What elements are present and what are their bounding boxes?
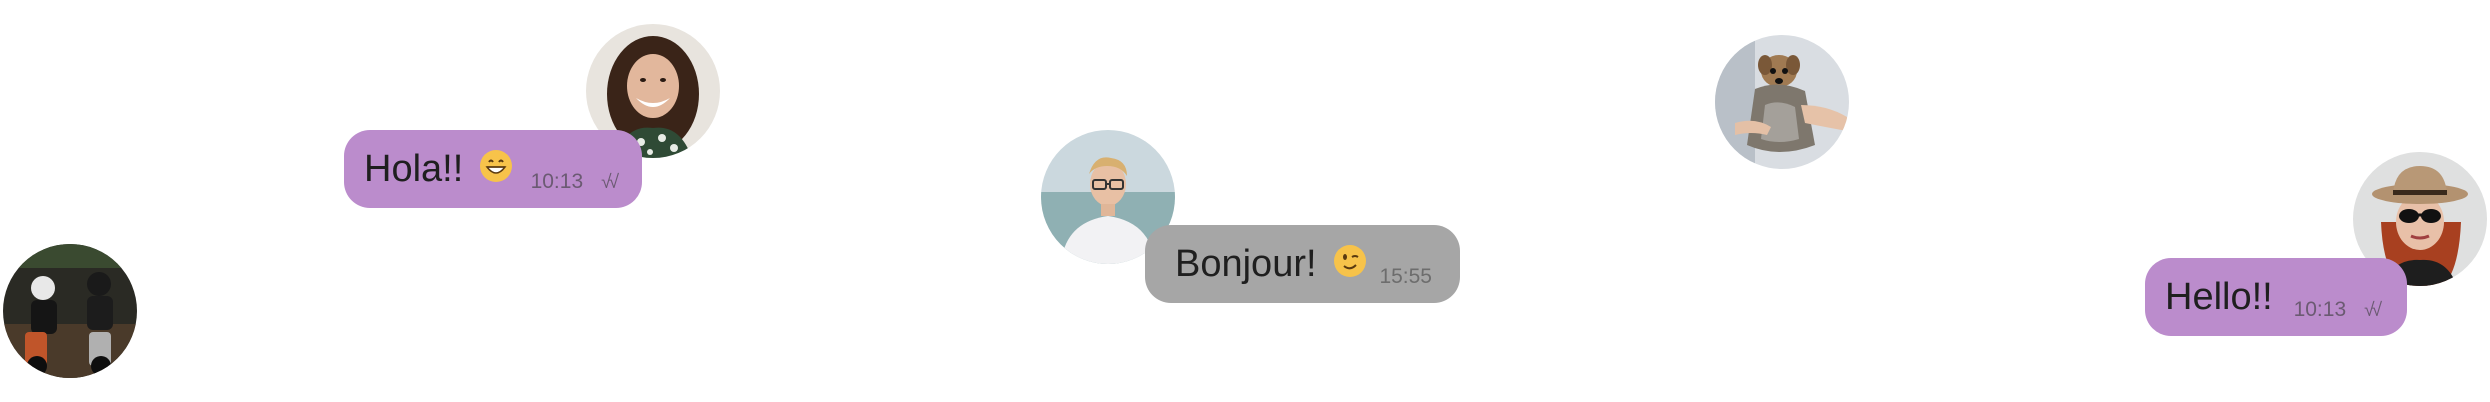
message-time: 10:13: [530, 170, 584, 193]
winking-face-icon: [1333, 245, 1366, 277]
message-bubble[interactable]: Hello!! 10:13 √√: [2145, 258, 2407, 336]
message-bubble[interactable]: Bonjour! 15:55: [1145, 225, 1460, 303]
avatar-dog[interactable]: [1715, 35, 1849, 169]
avatar-motorcyclists[interactable]: [3, 244, 137, 378]
message-text: Hola!!: [364, 147, 464, 190]
message-time: 15:55: [1379, 265, 1432, 288]
read-receipt-icon: √√: [601, 172, 619, 193]
message-bubble[interactable]: Hola!! 10:13 √√: [344, 130, 642, 208]
message-meta: 15:55: [1379, 265, 1432, 289]
message-text: Hello!!: [2165, 275, 2273, 318]
grinning-face-icon: [480, 150, 513, 182]
message-meta: 10:13 √√: [530, 170, 619, 194]
message-text: Bonjour!: [1175, 242, 1317, 285]
message-time: 10:13: [2293, 298, 2347, 321]
read-receipt-icon: √√: [2364, 300, 2382, 321]
message-meta: 10:13 √√: [2293, 298, 2382, 322]
